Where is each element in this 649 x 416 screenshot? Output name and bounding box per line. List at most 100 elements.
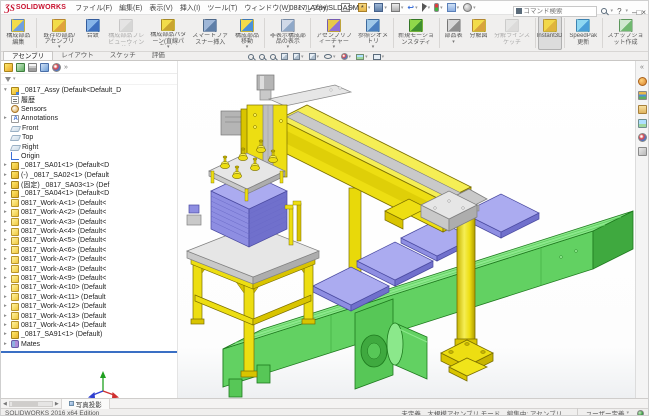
featuremanager-tab[interactable] bbox=[4, 63, 13, 72]
instant3d-button[interactable]: Instant3D bbox=[538, 16, 562, 50]
tree-caret-icon[interactable]: ▸ bbox=[4, 208, 9, 217]
tree-item[interactable]: Sensors bbox=[1, 105, 177, 114]
design-library-tab[interactable] bbox=[638, 91, 647, 100]
tree-item[interactable]: ▸0817_Work-A<6> (Default< bbox=[1, 246, 177, 255]
tree-item[interactable]: ▸_0817_SA91<1> (Default) bbox=[1, 330, 177, 339]
file-properties-button[interactable]: ▾ bbox=[447, 3, 460, 12]
zoom-area-button[interactable] bbox=[259, 54, 265, 60]
tree-item[interactable]: ▸(固定) _0817_SA03<1> (Def bbox=[1, 180, 177, 189]
tree-item[interactable]: Front bbox=[1, 124, 177, 133]
save-button[interactable]: ▾ bbox=[374, 3, 387, 12]
configurationmanager-tab[interactable] bbox=[28, 63, 37, 72]
tree-caret-icon[interactable]: ▸ bbox=[4, 199, 9, 208]
solidworks-resources-tab[interactable] bbox=[638, 77, 647, 86]
tree-caret-icon[interactable]: ▸ bbox=[4, 293, 9, 302]
search-dropdown-icon[interactable]: ▾ bbox=[611, 8, 614, 14]
move-component-button[interactable]: 構成部品移動▾ bbox=[232, 16, 263, 50]
tree-item[interactable]: ▸0817_Work-A<12> (Default bbox=[1, 302, 177, 311]
tree-caret-icon[interactable]: ▸ bbox=[4, 312, 9, 321]
tree-caret-icon[interactable]: ▸ bbox=[4, 274, 9, 283]
dimxpertmanager-tab[interactable] bbox=[40, 63, 49, 72]
tab-スケッチ[interactable]: スケッチ bbox=[102, 51, 144, 60]
menu-item[interactable]: ウィンドウ(W) bbox=[244, 3, 290, 13]
tree-caret-icon[interactable]: ▸ bbox=[4, 236, 9, 245]
tree-item[interactable]: ▸Annotations bbox=[1, 114, 177, 123]
tree-item[interactable]: ▸_0817_SA04<1> (Default<D bbox=[1, 189, 177, 198]
tree-item[interactable]: ▸0817_Work-A<2> (Default< bbox=[1, 208, 177, 217]
reference-geometry-button[interactable]: 参照ジオメトリ▾ bbox=[355, 16, 390, 50]
propertymanager-tab[interactable] bbox=[16, 63, 25, 72]
tree-item[interactable]: ▸0817_Work-A<1> (Default< bbox=[1, 199, 177, 208]
tree-caret-icon[interactable]: ▸ bbox=[4, 265, 9, 274]
scroll-left-icon[interactable]: ◀ bbox=[3, 401, 7, 407]
appearances-scenes-tab[interactable] bbox=[638, 133, 647, 142]
tree-item[interactable]: ▸0817_Work-A<7> (Default< bbox=[1, 255, 177, 264]
tree-caret-icon[interactable]: ▸ bbox=[4, 283, 9, 292]
tree-caret-icon[interactable]: ▸ bbox=[4, 302, 9, 311]
tree-item[interactable]: Origin bbox=[1, 152, 177, 161]
select-button[interactable]: ▾ bbox=[422, 3, 431, 12]
update-speedpak-button[interactable]: SpeedPak更新 bbox=[567, 16, 600, 50]
options-button[interactable]: ▾ bbox=[463, 3, 476, 12]
tree-caret-icon[interactable]: ▸ bbox=[4, 246, 9, 255]
help-dropdown-icon[interactable]: ▾ bbox=[626, 8, 629, 14]
previous-view-button[interactable] bbox=[270, 54, 276, 60]
help-button[interactable]: ? bbox=[617, 7, 621, 16]
tree-item[interactable]: ▸0817_Work-A<3> (Default< bbox=[1, 217, 177, 226]
menu-item[interactable]: 編集(E) bbox=[119, 3, 142, 13]
tab-評価[interactable]: 評価 bbox=[144, 51, 173, 60]
tree-caret-icon[interactable]: ▸ bbox=[4, 114, 9, 123]
tree-item[interactable]: ▸Mates bbox=[1, 340, 177, 349]
menu-item[interactable]: 表示(V) bbox=[149, 3, 172, 13]
view-palette-tab[interactable] bbox=[638, 119, 647, 128]
assembly-features-button[interactable]: アセンブリフィーチャー▾ bbox=[313, 16, 354, 50]
command-search-box[interactable] bbox=[513, 6, 597, 17]
tree-item[interactable]: ▸0817_Work-A<5> (Default< bbox=[1, 236, 177, 245]
tree-caret-icon[interactable]: ▸ bbox=[4, 227, 9, 236]
display-style-button[interactable]: ▾ bbox=[309, 53, 320, 60]
hide-show-items-button[interactable]: ▾ bbox=[324, 54, 336, 60]
tree-item[interactable]: ▸0817_Work-A<10> (Default bbox=[1, 283, 177, 292]
view-orientation-button[interactable]: ▾ bbox=[293, 53, 304, 60]
tab-scrollbar[interactable] bbox=[9, 401, 53, 407]
tree-caret-icon[interactable]: ▸ bbox=[4, 161, 9, 170]
tab-scrollbar-thumb[interactable] bbox=[12, 402, 38, 406]
tree-item[interactable]: ▾_0817_Assy (Default<Default_D bbox=[1, 86, 177, 95]
unit-system-selector[interactable]: ユーザー定義 ▾ bbox=[577, 408, 629, 416]
menu-item[interactable]: 挿入(I) bbox=[180, 3, 201, 13]
scroll-right-icon[interactable]: ▶ bbox=[55, 401, 59, 407]
motion-study-tab[interactable]: 写真投影 bbox=[61, 399, 110, 409]
tree-item[interactable]: ▸0817_Work-A<14> (Default bbox=[1, 321, 177, 330]
section-view-button[interactable] bbox=[281, 53, 288, 60]
tree-caret-icon[interactable]: ▸ bbox=[4, 171, 9, 180]
exploded-view-button[interactable]: 分解図 bbox=[467, 16, 491, 50]
tree-caret-icon[interactable]: ▸ bbox=[4, 330, 9, 339]
tree-item[interactable]: ▸(-) _0817_SA02<1> (Default bbox=[1, 171, 177, 180]
apply-scene-button[interactable]: ▾ bbox=[356, 54, 368, 60]
file-explorer-tab[interactable] bbox=[638, 105, 647, 114]
custom-properties-tab[interactable] bbox=[638, 147, 647, 156]
tree-caret-icon[interactable]: ▸ bbox=[4, 340, 9, 349]
tree-item[interactable]: ▸0817_Work-A<4> (Default< bbox=[1, 227, 177, 236]
tree-caret-icon[interactable]: ▸ bbox=[4, 255, 9, 264]
menu-item[interactable]: ツール(T) bbox=[207, 3, 237, 13]
panel-tab-overflow-icon[interactable]: » bbox=[64, 63, 68, 72]
tree-item[interactable]: ▸0817_Work-A<9> (Default< bbox=[1, 274, 177, 283]
view-settings-button[interactable]: ▾ bbox=[373, 54, 385, 60]
insert-components-button[interactable]: 既存の部品/アセンブリ▾ bbox=[39, 16, 80, 50]
edit-appearance-button[interactable]: ▾ bbox=[341, 53, 352, 60]
new-motion-study-button[interactable]: 新規モーションスタディ bbox=[396, 16, 437, 50]
tab-レイアウト[interactable]: レイアウト bbox=[53, 51, 102, 60]
tree-caret-icon[interactable]: ▸ bbox=[4, 218, 9, 227]
tree-item[interactable]: Top bbox=[1, 133, 177, 142]
panel-splitter[interactable] bbox=[1, 351, 177, 353]
bill-of-materials-button[interactable]: 部品表▾ bbox=[442, 16, 466, 50]
tree-caret-icon[interactable]: ▸ bbox=[4, 180, 9, 189]
search-input[interactable] bbox=[524, 8, 594, 15]
tree-caret-icon[interactable]: ▸ bbox=[4, 189, 9, 198]
tree-item[interactable]: Right bbox=[1, 142, 177, 151]
rebuild-button[interactable]: ▾ bbox=[434, 3, 443, 12]
close-button[interactable]: × bbox=[641, 8, 646, 17]
tree-item[interactable]: ▸_0817_SA01<1> (Default<D bbox=[1, 161, 177, 170]
collapse-taskpane-button[interactable]: « bbox=[640, 64, 644, 72]
